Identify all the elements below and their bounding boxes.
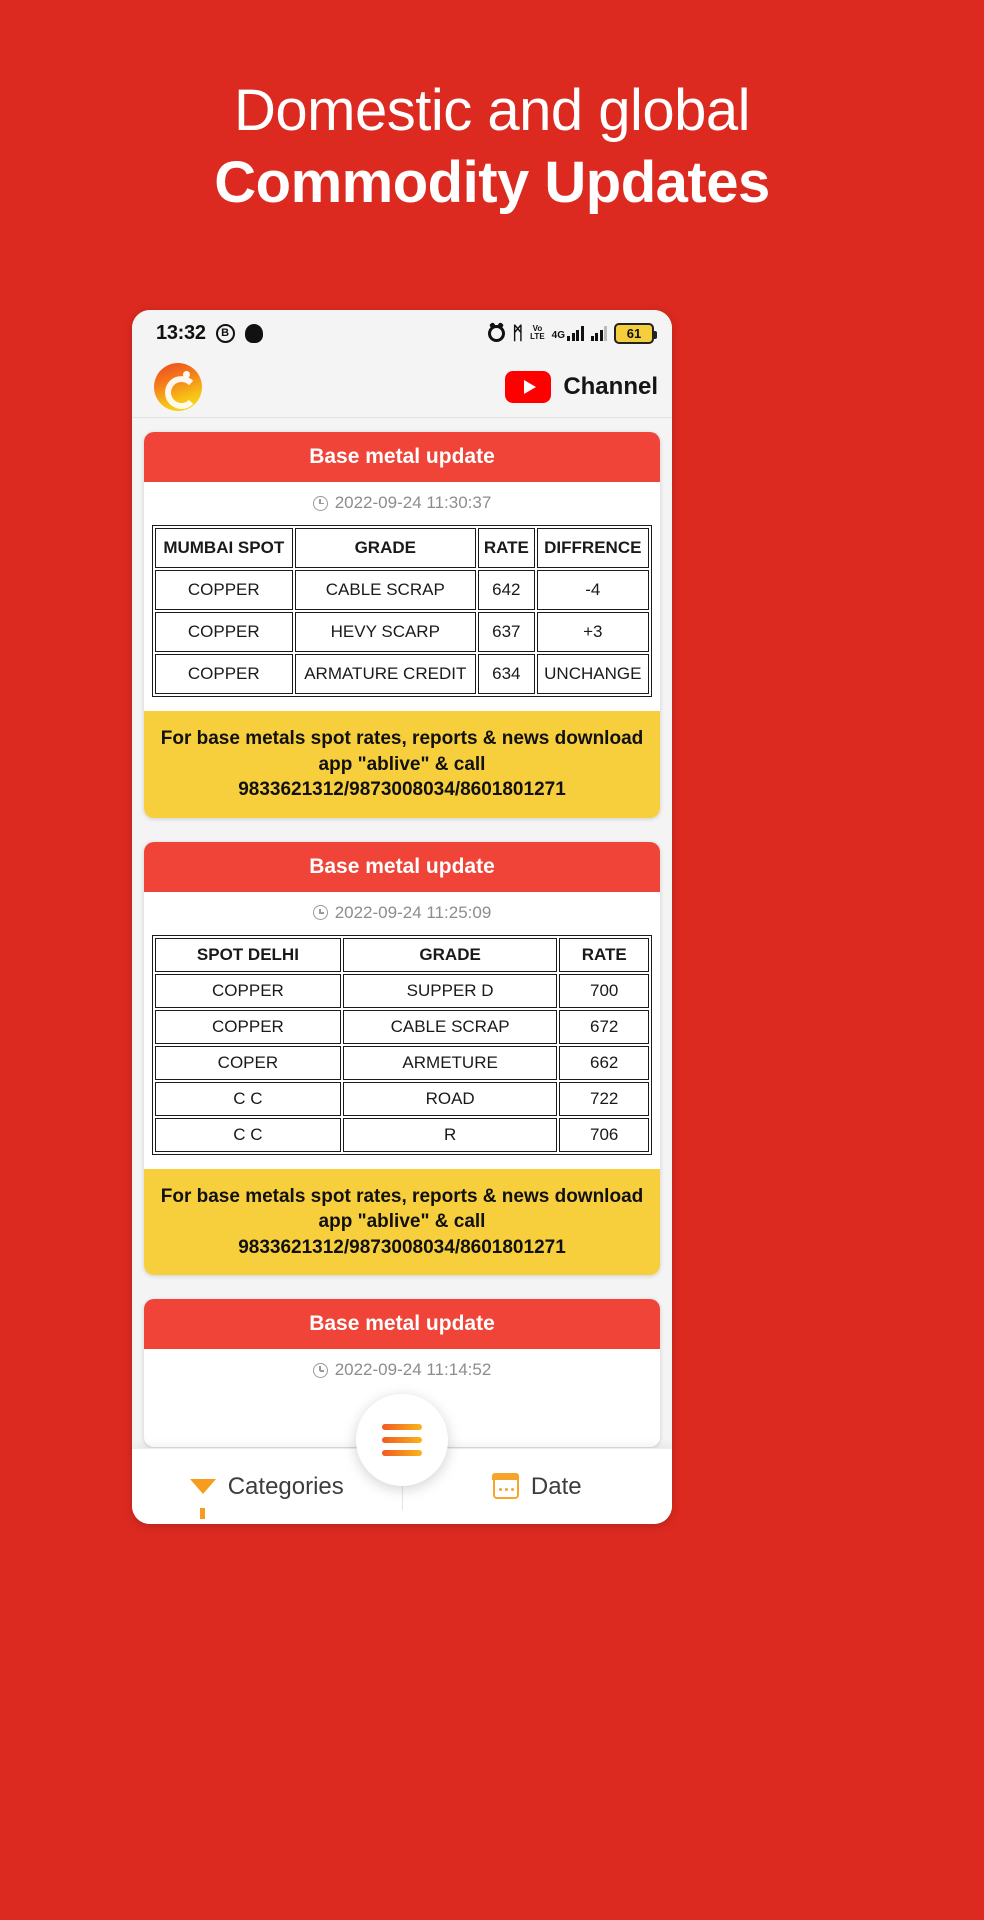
nav-label-categories: Categories <box>227 1472 344 1500</box>
network-type-label: 4G <box>551 330 565 341</box>
rate-table-wrapper: MUMBAI SPOT GRADE RATE DIFFRENCE COPPER … <box>144 520 660 711</box>
promo-line-2: Commodity Updates <box>214 149 770 215</box>
alarm-icon <box>488 324 506 342</box>
filter-funnel-icon <box>189 1479 216 1519</box>
table-cell: CABLE SCRAP <box>342 1009 558 1044</box>
status-bar-right: ᛗ Vo LTE 4G 61 <box>488 322 657 344</box>
status-bar: 13:32 B ᛗ Vo LTE 4G 61 <box>132 310 672 356</box>
table-row: COPPER CABLE SCRAP 642 -4 <box>155 570 649 611</box>
hamburger-line <box>382 1437 422 1443</box>
rate-table: MUMBAI SPOT GRADE RATE DIFFRENCE COPPER … <box>152 525 652 698</box>
table-cell: C C <box>155 1117 341 1152</box>
table-row: COPER ARMETURE 662 <box>155 1045 649 1080</box>
table-cell: UNCHANGE <box>536 654 649 695</box>
youtube-channel-label: Channel <box>563 372 658 400</box>
clock-icon <box>312 1362 328 1378</box>
snapchat-ghost-icon <box>244 323 263 343</box>
update-card[interactable]: Base metal update 2022-09-24 11:25:09 SP… <box>144 841 660 1276</box>
table-cell: COPER <box>155 1045 341 1080</box>
table-header-cell: RATE <box>559 937 649 972</box>
table-cell: ARMATURE CREDIT <box>294 654 477 695</box>
card-title: Base metal update <box>144 432 660 482</box>
promo-banner: For base metals spot rates, reports & ne… <box>144 711 660 818</box>
promo-line-1: Domestic and global <box>233 78 751 143</box>
table-header-cell: SPOT DELHI <box>155 937 341 972</box>
volte-icon: Vo LTE <box>530 325 545 341</box>
table-header-cell: MUMBAI SPOT <box>155 528 293 569</box>
table-cell: +3 <box>536 612 649 653</box>
table-cell: C C <box>155 1081 341 1116</box>
rate-table-wrapper: SPOT DELHI GRADE RATE COPPER SUPPER D 70… <box>144 930 660 1169</box>
signal-bars-2-icon <box>590 325 607 341</box>
bubble-b-icon: B <box>215 323 235 343</box>
signal-bars-1 <box>567 325 584 341</box>
table-cell: 700 <box>559 973 649 1008</box>
table-cell: COPPER <box>155 612 293 653</box>
battery-indicator: 61 <box>614 322 657 344</box>
table-cell: HEVY SCARP <box>294 612 477 653</box>
ablive-logo <box>154 362 202 411</box>
bluetooth-icon: ᛗ <box>512 323 524 343</box>
hamburger-line <box>382 1450 422 1456</box>
card-title: Base metal update <box>144 841 660 892</box>
table-header-cell: DIFFRENCE <box>536 528 649 569</box>
table-header-row: MUMBAI SPOT GRADE RATE DIFFRENCE <box>155 528 649 569</box>
table-cell: COPPER <box>155 973 341 1008</box>
table-cell: 634 <box>478 654 535 695</box>
table-header-cell: GRADE <box>342 937 558 972</box>
table-cell: 642 <box>478 570 535 611</box>
app-bar: Channel <box>132 356 672 418</box>
youtube-channel-button[interactable]: Channel <box>505 370 658 403</box>
table-cell: ARMETURE <box>342 1045 558 1080</box>
feed-scroll-area[interactable]: Base metal update 2022-09-24 11:30:37 MU… <box>132 418 672 1448</box>
table-cell: 662 <box>559 1045 649 1080</box>
table-header-cell: RATE <box>478 528 535 569</box>
rate-table: SPOT DELHI GRADE RATE COPPER SUPPER D 70… <box>152 934 652 1155</box>
volte-bottom: LTE <box>530 332 545 341</box>
hamburger-line <box>382 1424 422 1430</box>
card-title: Base metal update <box>144 1299 660 1350</box>
table-cell: 637 <box>478 612 535 653</box>
table-cell: COPPER <box>155 570 293 611</box>
status-time: 13:32 <box>156 321 206 344</box>
card-timestamp: 2022-09-24 11:25:09 <box>334 902 492 922</box>
table-row: COPPER SUPPER D 700 <box>155 973 649 1008</box>
table-row: COPPER ARMATURE CREDIT 634 UNCHANGE <box>155 654 649 695</box>
card-timestamp: 2022-09-24 11:14:52 <box>334 1360 492 1380</box>
table-cell: R <box>342 1117 558 1152</box>
nav-label-date: Date <box>530 1472 582 1500</box>
table-row: C C R 706 <box>155 1117 649 1152</box>
phone-mockup: 13:32 B ᛗ Vo LTE 4G 61 Channel Base meta… <box>132 310 672 1524</box>
table-cell: ROAD <box>342 1081 558 1116</box>
table-header-cell: GRADE <box>294 528 477 569</box>
table-cell: 706 <box>559 1117 649 1152</box>
card-timestamp-row: 2022-09-24 11:14:52 <box>144 1349 660 1387</box>
youtube-play-icon <box>505 370 552 403</box>
update-card[interactable]: Base metal update 2022-09-24 11:30:37 MU… <box>144 432 660 818</box>
menu-fab[interactable] <box>356 1394 448 1486</box>
card-timestamp-row: 2022-09-24 11:25:09 <box>144 892 660 930</box>
promo-banner: For base metals spot rates, reports & ne… <box>144 1168 660 1276</box>
card-timestamp-row: 2022-09-24 11:30:37 <box>144 482 660 520</box>
table-cell: COPPER <box>155 654 293 695</box>
table-header-row: SPOT DELHI GRADE RATE <box>155 937 649 972</box>
table-cell: 672 <box>559 1009 649 1044</box>
promo-heading: Domestic and global Commodity Updates <box>0 0 984 220</box>
nav-item-categories[interactable]: Categories <box>132 1472 402 1519</box>
signal-bars-icon: 4G <box>552 325 584 341</box>
table-cell: CABLE SCRAP <box>294 570 477 611</box>
table-cell: -4 <box>536 570 649 611</box>
nav-item-date[interactable]: Date <box>403 1473 673 1501</box>
table-cell: SUPPER D <box>342 973 558 1008</box>
table-row: COPPER HEVY SCARP 637 +3 <box>155 612 649 653</box>
table-cell: 722 <box>559 1081 649 1116</box>
table-cell: COPPER <box>155 1009 341 1044</box>
card-timestamp: 2022-09-24 11:30:37 <box>334 493 492 512</box>
calendar-icon <box>492 1473 520 1499</box>
status-bar-left: 13:32 B <box>156 322 263 345</box>
table-row: C C ROAD 722 <box>155 1081 649 1116</box>
table-row: COPPER CABLE SCRAP 672 <box>155 1009 649 1044</box>
clock-icon <box>312 905 328 921</box>
clock-icon <box>312 495 328 511</box>
